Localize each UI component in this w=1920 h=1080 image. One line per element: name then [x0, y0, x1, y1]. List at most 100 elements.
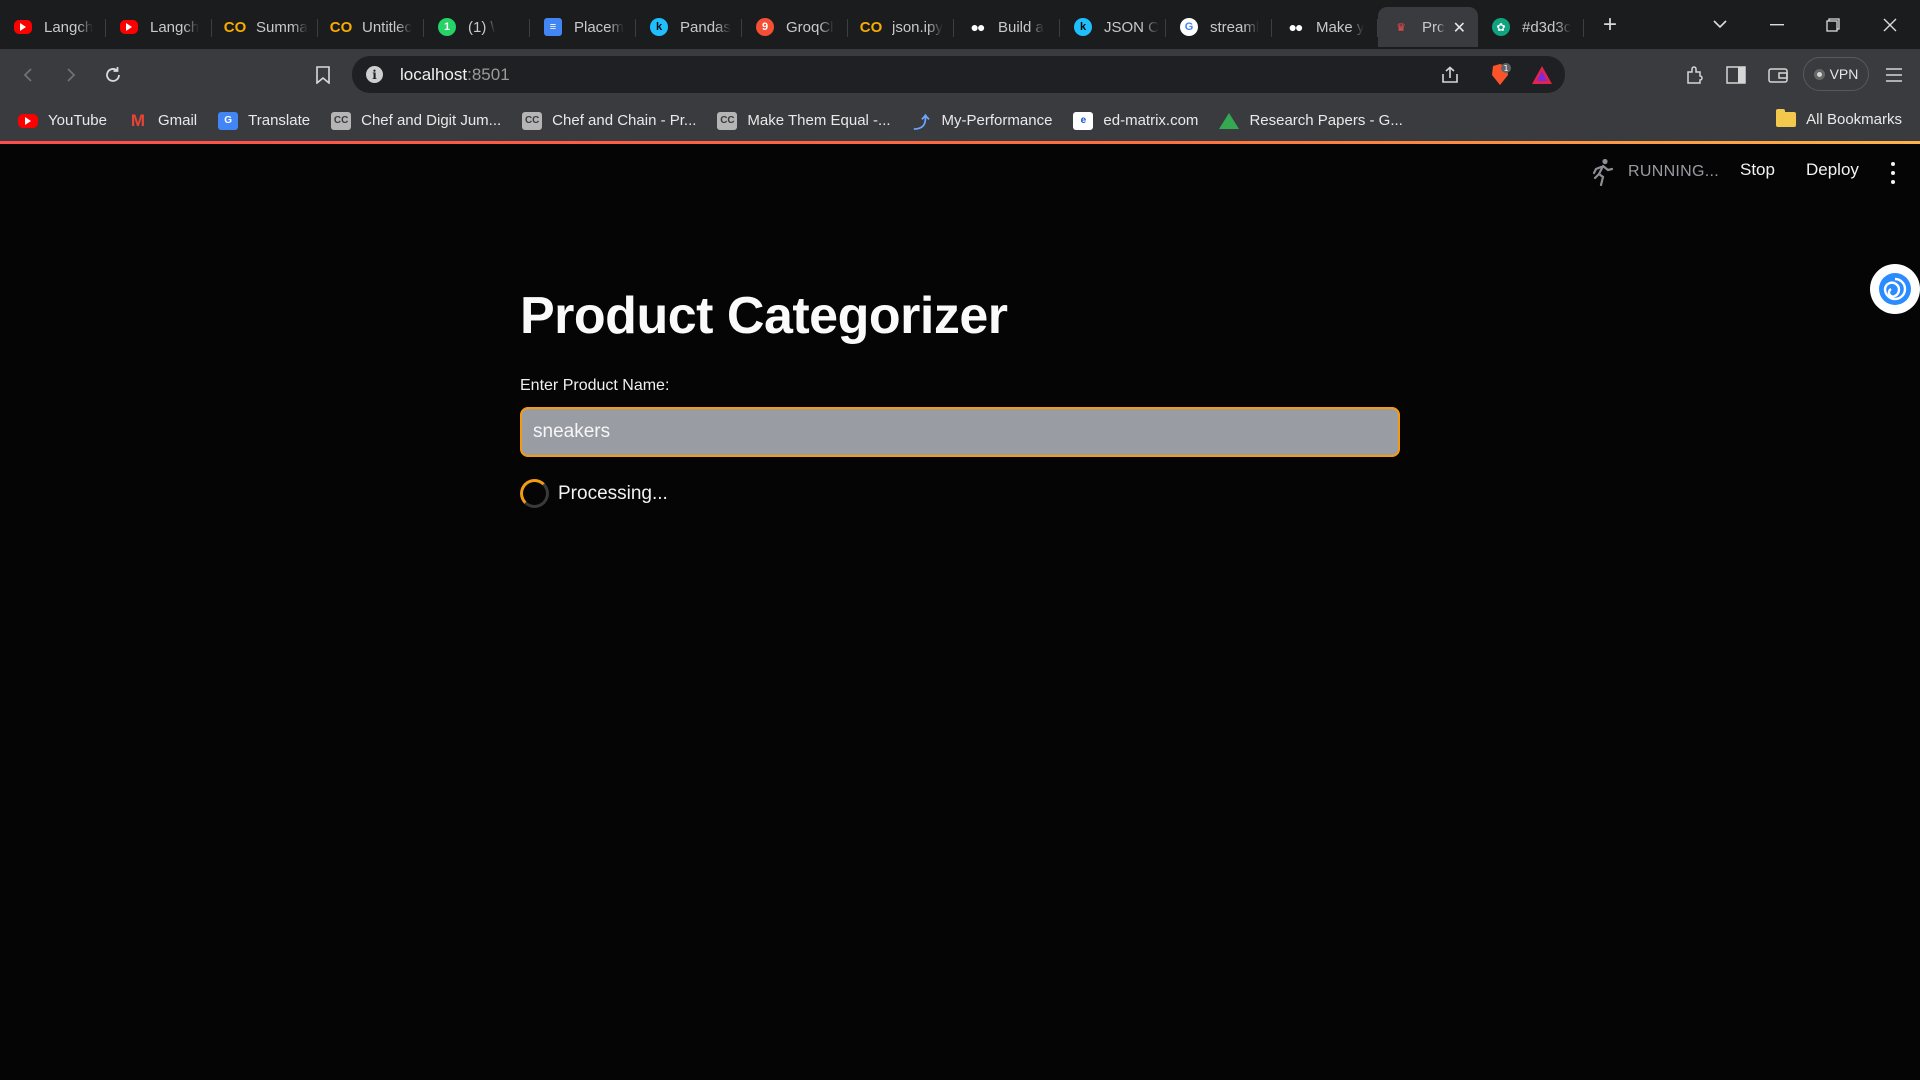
translate-icon: G	[218, 111, 239, 130]
bookmark-item[interactable]: YouTube	[18, 112, 107, 129]
running-status-text: RUNNING...	[1628, 163, 1719, 180]
brave-rewards-icon[interactable]	[1530, 63, 1554, 87]
kaggle-icon: k	[1074, 18, 1092, 36]
tab[interactable]: ●● Build a	[954, 7, 1060, 47]
tab[interactable]: Langch	[106, 7, 212, 47]
tab[interactable]: 1 (1) \	[424, 7, 530, 47]
ed-matrix-icon: e	[1073, 111, 1094, 130]
youtube-icon	[18, 113, 38, 128]
running-indicator: RUNNING...	[1590, 158, 1719, 186]
tab-title: Langch	[44, 18, 94, 36]
gmail-icon: M	[130, 110, 146, 130]
restore-button[interactable]	[1805, 0, 1861, 49]
bookmark-page-icon[interactable]	[307, 59, 339, 91]
medium-icon: ●●	[970, 19, 986, 35]
tab[interactable]: k JSON C	[1060, 7, 1166, 47]
bookmark-label: Research Papers - G...	[1249, 112, 1403, 129]
tab[interactable]: ≡ Placem	[530, 7, 636, 47]
tab-search-icon[interactable]	[1692, 0, 1748, 49]
bookmark-label: Make Them Equal -...	[747, 112, 891, 129]
youtube-icon	[14, 20, 32, 34]
page-title: Product Categorizer	[520, 287, 1008, 345]
vpn-label: VPN	[1829, 66, 1859, 82]
google-docs-icon: ≡	[544, 18, 562, 36]
codechef-icon: CC	[331, 111, 352, 130]
bookmark-item[interactable]: ⤴ My-Performance	[912, 112, 1053, 132]
tab-title: Build a	[998, 18, 1044, 36]
tab[interactable]: Langch	[0, 7, 106, 47]
bookmark-item[interactable]: CC Chef and Chain - Pr...	[522, 111, 697, 130]
bookmark-item[interactable]: G Translate	[218, 111, 310, 130]
tab-title: (1) \	[468, 18, 495, 36]
bookmark-item[interactable]: CC Make Them Equal -...	[717, 111, 891, 130]
tab[interactable]: CO json.ipy	[848, 7, 954, 47]
assistant-widget-icon[interactable]	[1870, 264, 1920, 314]
forward-button[interactable]	[54, 59, 86, 91]
codechef-icon: CC	[717, 111, 738, 130]
extensions-icon[interactable]	[1679, 59, 1711, 91]
vpn-status-icon	[1813, 68, 1825, 80]
tab-separator	[1583, 19, 1584, 37]
all-bookmarks-button[interactable]: All Bookmarks	[1776, 109, 1902, 128]
url-host: localhost	[400, 65, 468, 84]
vpn-button[interactable]: VPN	[1803, 57, 1869, 91]
menu-icon[interactable]	[1878, 59, 1910, 91]
bookmark-item[interactable]: CC Chef and Digit Jum...	[331, 111, 501, 130]
bookmark-item[interactable]: Research Papers - G...	[1219, 112, 1403, 129]
product-name-input[interactable]	[520, 407, 1400, 457]
tab[interactable]: CO Untitlec	[318, 7, 424, 47]
youtube-icon	[120, 20, 138, 34]
bookmark-label: Chef and Chain - Pr...	[552, 112, 697, 129]
brave-badge: 1	[1503, 64, 1508, 73]
tab-title: json.ipy	[892, 18, 943, 36]
streamlit-app: RUNNING... Stop Deploy Product Categoriz…	[0, 144, 1920, 1080]
minimize-button[interactable]	[1749, 0, 1805, 49]
tab[interactable]: Gstreaml	[1166, 7, 1272, 47]
bookmark-label: Gmail	[157, 112, 198, 129]
kaggle-icon: k	[650, 18, 668, 36]
google-icon: G	[1180, 18, 1198, 36]
sidebar-toggle-icon[interactable]	[1720, 59, 1752, 91]
tab-active[interactable]: ♛ Prc ✕	[1378, 7, 1478, 47]
main-menu-icon[interactable]	[1886, 162, 1900, 184]
tab-title: Langch	[150, 18, 200, 36]
url-text: localhost:8501	[400, 65, 510, 85]
tab-title: Summa	[256, 18, 308, 36]
colab-icon: CO	[329, 18, 353, 36]
site-info-icon[interactable]: i	[366, 66, 383, 83]
stop-button[interactable]: Stop	[1740, 160, 1775, 180]
medium-icon: ●●	[1288, 19, 1304, 35]
performance-icon: ⤴	[913, 114, 930, 132]
folder-icon	[1776, 109, 1797, 127]
tab[interactable]: CO Summa	[212, 7, 318, 47]
new-tab-button[interactable]: +	[1590, 5, 1630, 45]
colab-icon: CO	[223, 18, 247, 36]
tab[interactable]: ✿ #d3d3c	[1478, 7, 1584, 47]
tab-title: Placem	[574, 18, 625, 36]
tab[interactable]: k Pandas	[636, 7, 742, 47]
url-port: :8501	[467, 65, 510, 84]
all-bookmarks-label: All Bookmarks	[1806, 111, 1902, 128]
running-person-icon	[1592, 158, 1614, 186]
bookmark-item[interactable]: e ed-matrix.com	[1073, 111, 1198, 130]
tab-title: streaml	[1210, 18, 1260, 36]
tab-title: GroqCl	[786, 18, 834, 36]
tab-title: Make y	[1316, 18, 1365, 36]
brave-shields-icon[interactable]: 1	[1488, 63, 1512, 87]
tab[interactable]: ●● Make y	[1272, 7, 1378, 47]
address-bar[interactable]: i localhost:8501 1	[352, 56, 1565, 93]
close-tab-icon[interactable]: ✕	[1453, 18, 1466, 38]
streamlit-icon: ♛	[1396, 21, 1406, 34]
close-window-button[interactable]	[1862, 0, 1918, 49]
deploy-button[interactable]: Deploy	[1806, 160, 1859, 180]
groq-icon: 9	[756, 18, 774, 36]
tab[interactable]: 9 GroqCl	[742, 7, 848, 47]
tab-title: JSON C	[1104, 18, 1160, 36]
back-button[interactable]	[13, 59, 45, 91]
reload-button[interactable]	[97, 59, 129, 91]
share-icon[interactable]	[1438, 63, 1462, 87]
wallet-icon[interactable]	[1762, 59, 1794, 91]
bookmark-list: YouTube M Gmail G Translate CC Chef and Digit …	[18, 110, 1424, 132]
bookmark-item[interactable]: M Gmail	[128, 110, 198, 130]
browser-tab-strip: Langch Langch CO Summa CO Untitlec 1 (1) \ ≡ Plac…	[0, 0, 1920, 49]
